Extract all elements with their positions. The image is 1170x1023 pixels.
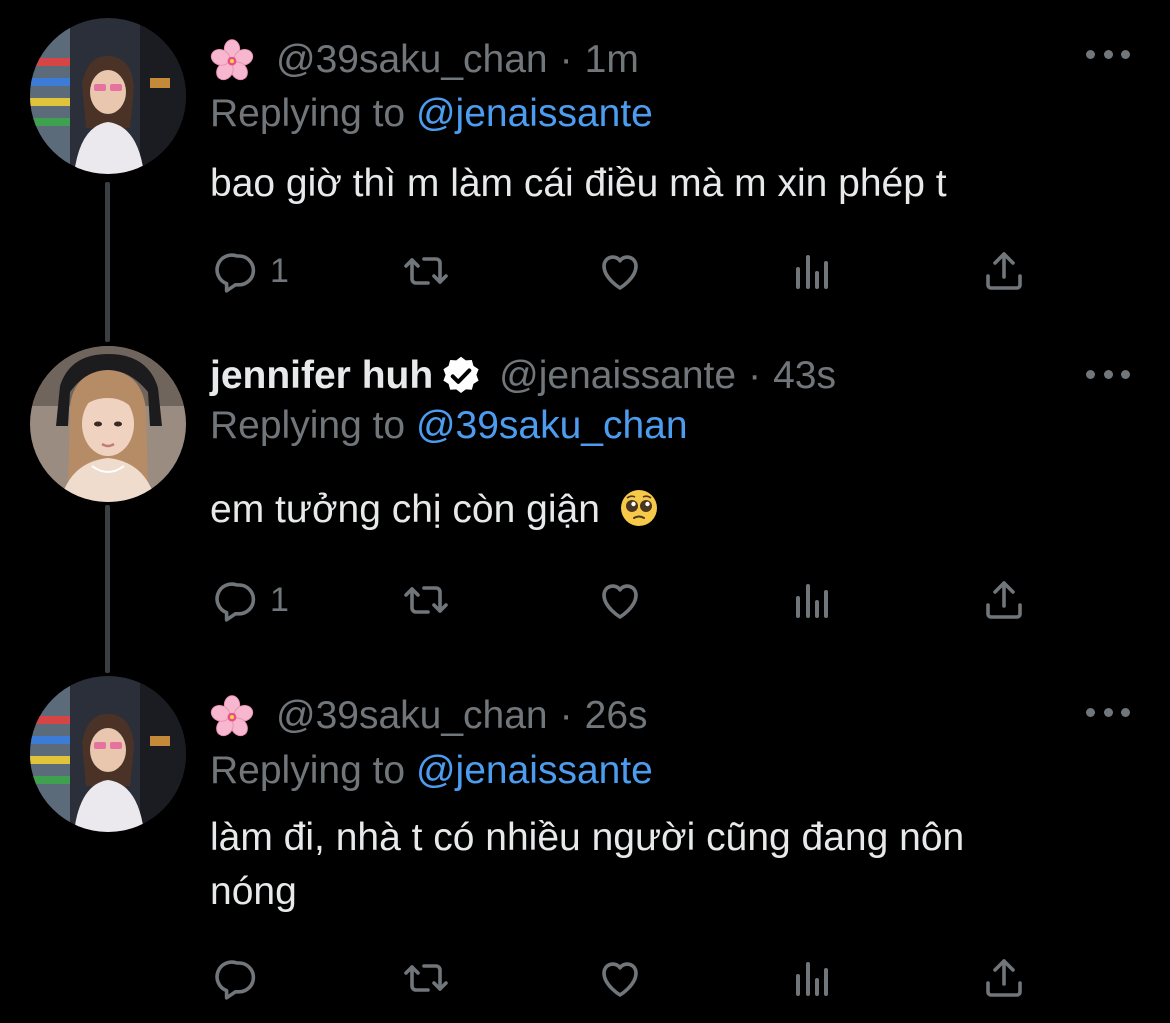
cherry-blossom-icon [210,38,254,82]
retweet-button[interactable] [402,246,450,296]
analytics-button[interactable] [788,246,836,296]
replying-label: Replying to [210,749,416,792]
separator: · [559,694,573,737]
avatar[interactable] [30,346,186,502]
display-name[interactable]: jennifer huh [210,348,433,404]
replying-to: Replying to @jenaissante [210,92,653,136]
retweet-icon [402,576,450,624]
replying-label: Replying to [210,92,416,135]
reply-icon [214,247,262,295]
retweet-button[interactable] [402,953,450,1003]
mention-link[interactable]: @jenaissante [416,92,653,135]
tweet-text-content: em tưởng chị còn giận [210,488,600,531]
like-button[interactable] [596,575,644,625]
tweet-text-line-2: nóng [210,870,297,913]
replying-to: Replying to @39saku_chan [210,404,688,448]
share-button[interactable] [980,953,1028,1003]
user-handle[interactable]: @39saku_chan [276,32,548,88]
thread-connector-2 [105,505,110,673]
more-icon[interactable] [1086,702,1130,722]
reply-button[interactable]: 1 [214,246,289,296]
retweet-icon [402,247,450,295]
tweet-text: em tưởng chị còn giận [210,483,1090,537]
like-icon [596,576,644,624]
analytics-icon [788,576,836,624]
user-handle[interactable]: @jenaissante [499,348,736,404]
action-bar [210,953,1040,1003]
reply-icon [214,954,262,1002]
share-icon [980,247,1028,295]
cherry-blossom-icon [210,694,254,738]
retweet-button[interactable] [402,575,450,625]
avatar[interactable] [30,18,186,174]
reply-count: 1 [270,251,289,290]
separator: · [748,354,762,397]
like-icon [596,247,644,295]
more-icon[interactable] [1086,364,1130,384]
reply-button[interactable] [214,953,262,1003]
reply-button[interactable]: 1 [214,575,289,625]
verified-icon [439,354,483,398]
retweet-icon [402,954,450,1002]
like-icon [596,954,644,1002]
analytics-icon [788,954,836,1002]
pleading-face-icon [620,490,657,526]
separator: · [559,38,573,81]
thread-connector-1 [105,182,110,342]
action-bar: 1 [210,246,1040,296]
tweet-text-line-1: làm đi, nhà t có nhiều người cũng đang n… [210,816,965,859]
replying-to: Replying to @jenaissante [210,749,653,793]
like-button[interactable] [596,953,644,1003]
reply-icon [214,576,262,624]
like-button[interactable] [596,246,644,296]
share-button[interactable] [980,575,1028,625]
share-icon [980,954,1028,1002]
analytics-button[interactable] [788,953,836,1003]
timestamp[interactable]: 26s [585,688,648,744]
user-handle[interactable]: @39saku_chan [276,688,548,744]
timestamp[interactable]: 43s [773,348,836,404]
share-button[interactable] [980,246,1028,296]
analytics-button[interactable] [788,575,836,625]
reply-count: 1 [270,580,289,619]
avatar[interactable] [30,676,186,832]
timestamp[interactable]: 1m [585,32,639,88]
share-icon [980,576,1028,624]
tweet-text: bao giờ thì m làm cái điều mà m xin phép… [210,162,947,205]
analytics-icon [788,247,836,295]
mention-link[interactable]: @39saku_chan [416,404,688,447]
mention-link[interactable]: @jenaissante [416,749,653,792]
more-icon[interactable] [1086,44,1130,64]
action-bar: 1 [210,575,1040,625]
replying-label: Replying to [210,404,416,447]
tweet-text: làm đi, nhà t có nhiều người cũng đang n… [210,811,1090,919]
